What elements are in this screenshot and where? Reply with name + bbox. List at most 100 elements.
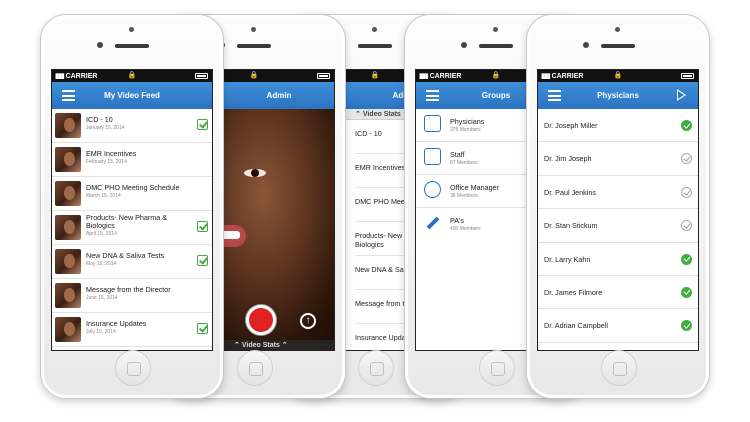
list-item[interactable]: Dr. James Filmore (538, 276, 698, 310)
play-icon[interactable] (677, 89, 686, 101)
item-date: February 15, 2014 (86, 159, 127, 165)
home-button[interactable] (601, 350, 637, 386)
check-icon[interactable] (197, 323, 208, 334)
stat-title: EMR Incentives (355, 163, 406, 172)
lock-icon: 🔒 (613, 72, 623, 79)
check-circle-icon[interactable] (681, 120, 692, 131)
check-icon[interactable] (197, 221, 208, 232)
physician-name: Dr. Larry Kahn (544, 254, 591, 264)
list-item[interactable]: DMC PHO Meeting Schedule March 15, 2014 (52, 177, 212, 211)
nav-title: Physicians (597, 91, 639, 100)
home-button[interactable] (115, 350, 151, 386)
check-icon[interactable] (197, 119, 208, 130)
upload-icon[interactable]: ↑ (300, 313, 316, 329)
status-bar: ▮▮▮CARRIER 🔒 (538, 70, 698, 82)
home-button[interactable] (358, 350, 394, 386)
list-item[interactable]: Dr. Joseph Miller (538, 109, 698, 143)
menu-icon[interactable] (426, 90, 439, 101)
physician-name: Dr. Adrian Campbell (544, 321, 608, 331)
video-stats-label: Video Stats (362, 111, 401, 118)
video-thumbnail (55, 181, 81, 206)
physician-name: Dr. Paul Jenkins (544, 187, 596, 197)
camera-lens (129, 27, 134, 32)
battery-icon (195, 73, 208, 79)
lock-icon: 🔒 (127, 72, 137, 79)
staff-icon (424, 148, 441, 165)
video-thumbnail (55, 249, 81, 274)
battery-icon (681, 73, 694, 79)
item-date: April 15, 2014 (86, 231, 117, 237)
nav-title: Groups (481, 91, 511, 100)
chevron-up-icon: ⌃ (234, 342, 240, 349)
check-circle-icon[interactable] (681, 253, 692, 265)
phone-video-feed: ▮▮▮ CARRIER 🔒 My Video Feed ICD - 10 Janua… (40, 14, 224, 399)
item-date: July 15, 2014 (86, 329, 116, 335)
check-circle-icon[interactable] (681, 186, 692, 198)
video-thumbnail (55, 317, 81, 342)
nav-title: Admin (266, 91, 292, 100)
physician-name: Dr. Stan Stickum (544, 221, 598, 231)
menu-icon[interactable] (548, 90, 561, 101)
menu-icon[interactable] (62, 90, 75, 101)
list-item[interactable]: Dr. Jim Joseph (538, 142, 698, 176)
list-item[interactable]: Dr. Paul Jenkins (538, 176, 698, 210)
lock-icon: 🔒 (249, 72, 259, 79)
signal-icon: ▮▮▮ (541, 73, 551, 80)
list-item[interactable]: EMR Incentives February 15, 2014 (52, 143, 212, 177)
list-item[interactable]: Dr. Adrian Campbell (538, 309, 698, 343)
check-icon[interactable] (197, 255, 208, 266)
carrier-label: CARRIER (551, 73, 584, 80)
physicians-list: Dr. Joseph Miller Dr. Jim Joseph Dr. Pau… (538, 109, 698, 343)
list-item[interactable]: Dr. Larry Kahn (538, 243, 698, 276)
list-item[interactable]: New DNA & Saliva Tests May 15, 2014 (52, 245, 212, 279)
nav-bar: Physicians (538, 82, 698, 109)
item-date: March 15, 2014 (86, 193, 121, 199)
camera-lens (615, 27, 620, 32)
list-item[interactable]: Products- New Pharma & Biologics April 15… (52, 211, 212, 245)
speaker-grille (237, 44, 271, 48)
lock-icon: 🔒 (370, 72, 380, 79)
speaker-grille (358, 44, 392, 48)
video-thumbnail (55, 283, 81, 308)
lock-icon: 🔒 (491, 72, 501, 79)
speaker-grille (601, 44, 635, 48)
item-title: EMR Incentives (86, 149, 137, 158)
list-item[interactable]: Insurance Updates July 15, 2014 (52, 313, 212, 347)
home-button[interactable] (237, 350, 273, 386)
screen: ▮▮▮ CARRIER 🔒 My Video Feed ICD - 10 Janua… (51, 69, 213, 351)
sensor (583, 42, 589, 48)
physician-name: Dr. James Filmore (544, 287, 603, 297)
person-icon (424, 181, 441, 198)
signal-icon: ▮▮▮ (55, 73, 65, 80)
home-button[interactable] (479, 350, 515, 386)
item-date: May 15, 2014 (86, 261, 117, 267)
speaker-grille (115, 44, 149, 48)
check-circle-icon[interactable] (681, 286, 692, 298)
speaker-grille (479, 44, 513, 48)
video-stats-label: Video Stats (241, 342, 280, 349)
item-title: DMC PHO Meeting Schedule (86, 183, 180, 192)
screen: ▮▮▮ CARRIER 🔒 Physicians Dr. Joseph Mille… (537, 69, 699, 351)
video-thumbnail (55, 113, 81, 138)
item-date: January 15, 2014 (86, 125, 125, 131)
record-button[interactable] (246, 305, 276, 335)
carrier-label: CARRIER (429, 73, 462, 80)
sensor (97, 42, 103, 48)
camera-lens (251, 27, 256, 32)
item-title: New DNA & Saliva Tests (86, 251, 165, 260)
carrier-label: CARRIER (65, 73, 98, 80)
signal-icon: ▮▮▮ (419, 73, 429, 80)
check-circle-icon[interactable] (681, 153, 692, 165)
stethoscope-icon (424, 115, 441, 132)
list-item[interactable]: ICD - 10 January 15, 2014 (52, 109, 212, 143)
list-item[interactable]: Message from the Director June 15, 2014 (52, 279, 212, 313)
check-circle-icon[interactable] (681, 320, 692, 332)
video-thumbnail (55, 215, 81, 240)
physician-name: Dr. Jim Joseph (544, 154, 592, 164)
item-date: June 15, 2014 (86, 295, 118, 301)
check-circle-icon[interactable] (681, 220, 692, 232)
chevron-up-icon: ⌃ (355, 111, 363, 118)
chevron-up-icon: ⌃ (281, 342, 288, 349)
list-item[interactable]: Dr. Stan Stickum (538, 209, 698, 243)
nav-title: My Video Feed (104, 91, 160, 100)
